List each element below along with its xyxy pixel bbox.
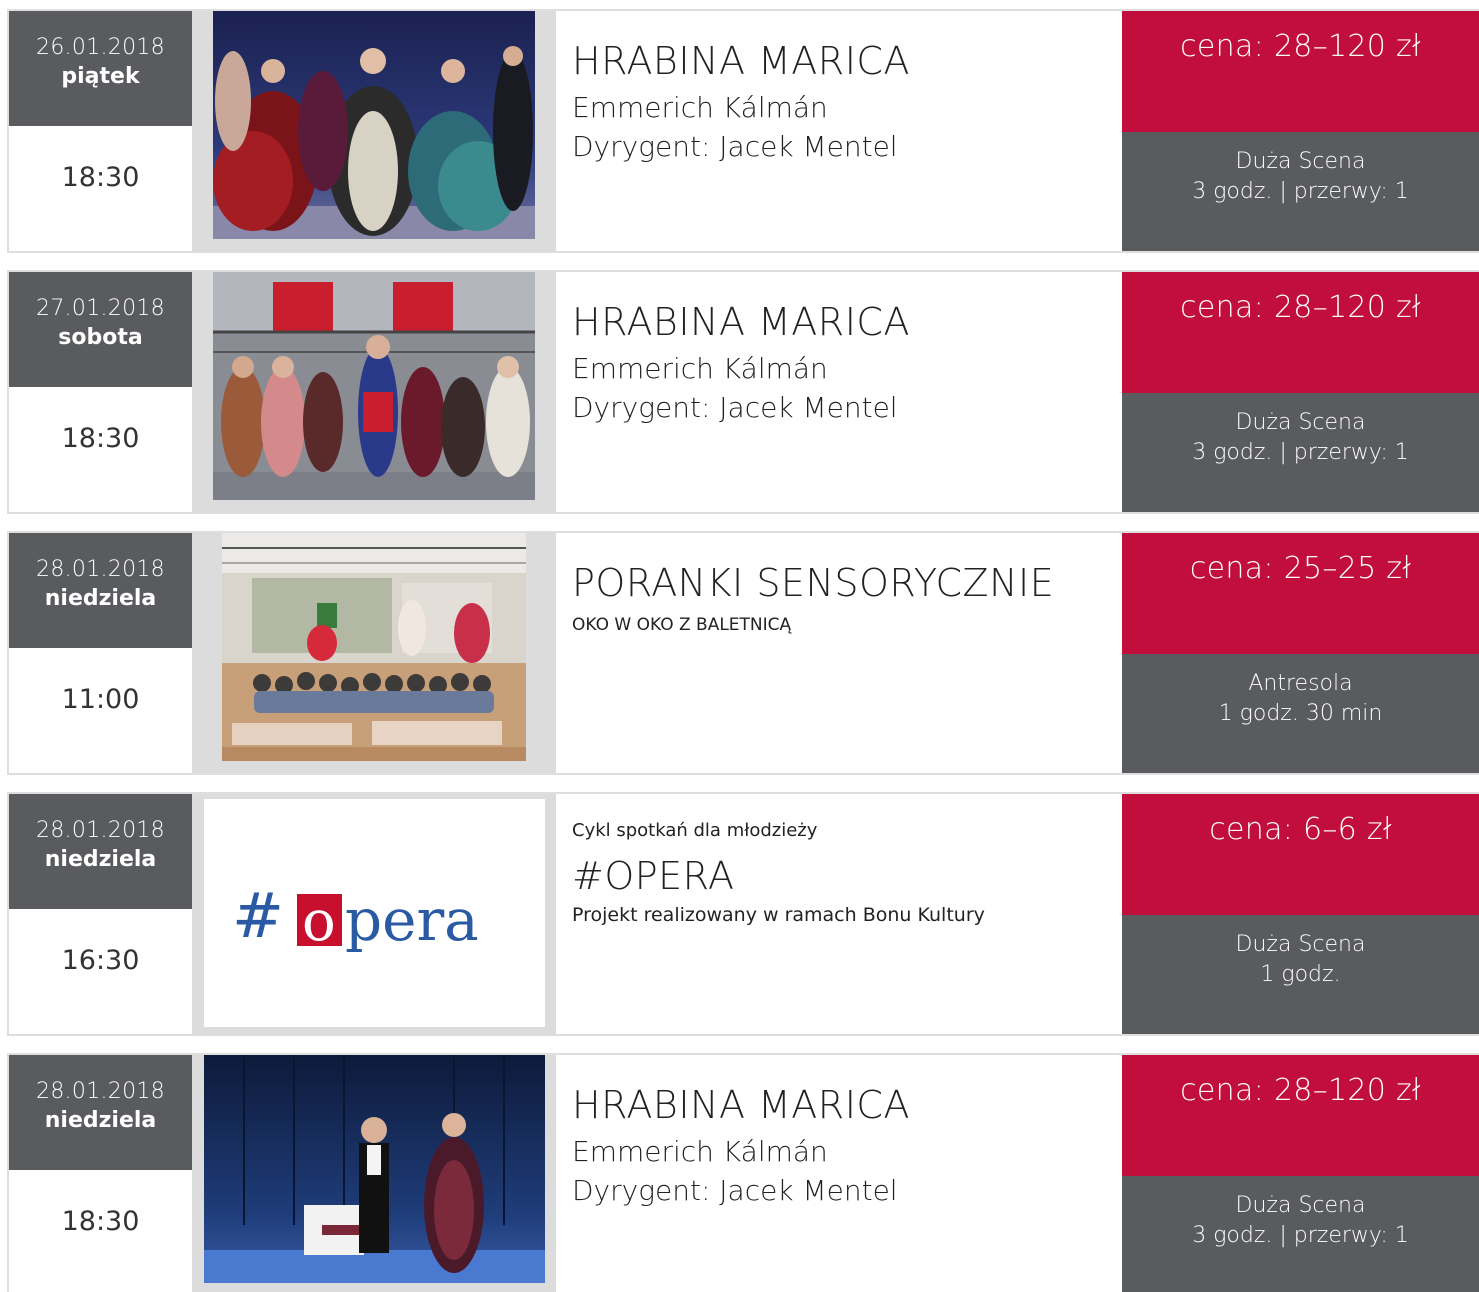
event-venue-box: Antresola 1 godz. 30 min xyxy=(1122,654,1479,773)
event-venue: Duża Scena xyxy=(1235,932,1366,957)
event-price[interactable]: cena: 6–6 zł xyxy=(1122,794,1479,915)
event-duration: 3 godz. | przerwy: 1 xyxy=(1192,179,1409,204)
event-venue: Duża Scena xyxy=(1235,149,1366,174)
event-photo[interactable] xyxy=(213,272,535,500)
event-date: 26.01.2018 xyxy=(36,35,165,60)
image-column xyxy=(192,1055,556,1292)
image-column: # o pera xyxy=(192,794,556,1034)
opera-logo[interactable]: # o pera xyxy=(204,799,545,1027)
event-title[interactable]: #OPERA xyxy=(572,854,735,898)
event-venue-box: Duża Scena 1 godz. xyxy=(1122,915,1479,1034)
date-box: 28.01.2018 niedziela xyxy=(9,1055,192,1170)
date-box: 28.01.2018 niedziela xyxy=(9,533,192,648)
event-row[interactable]: 28.01.2018 niedziela 11:00 PORANKI SENSO… xyxy=(7,531,1479,775)
event-time: 18:30 xyxy=(61,162,140,193)
event-title[interactable]: HRABINA MARICA xyxy=(572,300,910,344)
event-venue-box: Duża Scena 3 godz. | przerwy: 1 xyxy=(1122,1176,1479,1292)
event-row[interactable]: 26.01.2018 piątek 18:30 HRABINA MARICA E… xyxy=(7,9,1479,253)
event-composer: Emmerich Kálmán xyxy=(572,352,828,385)
event-date: 27.01.2018 xyxy=(36,296,165,321)
event-time: 18:30 xyxy=(61,1206,140,1237)
event-duration: 1 godz. 30 min xyxy=(1218,701,1383,726)
event-title[interactable]: HRABINA MARICA xyxy=(572,39,910,83)
event-venue: Antresola xyxy=(1248,671,1353,696)
date-column: 27.01.2018 sobota 18:30 xyxy=(9,272,192,512)
logo-rest: pera xyxy=(345,886,479,954)
date-box: 28.01.2018 niedziela xyxy=(9,794,192,909)
event-pretitle: Cykl spotkań dla młodzieży xyxy=(572,820,818,841)
event-weekday: niedziela xyxy=(44,586,157,611)
date-column: 28.01.2018 niedziela 11:00 xyxy=(9,533,192,773)
event-weekday: niedziela xyxy=(44,1108,157,1133)
event-date: 28.01.2018 xyxy=(36,1079,165,1104)
event-time: 18:30 xyxy=(61,423,140,454)
logo-o: o xyxy=(302,889,336,954)
event-venue-box: Duża Scena 3 godz. | przerwy: 1 xyxy=(1122,132,1479,251)
event-venue: Duża Scena xyxy=(1235,1193,1366,1218)
event-price[interactable]: cena: 28–120 zł xyxy=(1122,272,1479,393)
event-venue: Duża Scena xyxy=(1235,410,1366,435)
event-photo[interactable] xyxy=(222,533,526,761)
event-info: HRABINA MARICA Emmerich Kálmán Dyrygent:… xyxy=(572,1055,1112,1292)
event-composer: Emmerich Kálmán xyxy=(572,1135,828,1168)
image-column xyxy=(192,11,556,251)
event-weekday: niedziela xyxy=(44,847,157,872)
date-column: 28.01.2018 niedziela 16:30 xyxy=(9,794,192,1034)
event-time: 16:30 xyxy=(61,945,140,976)
event-info: Cykl spotkań dla młodzieży #OPERA Projek… xyxy=(572,794,1112,1034)
image-column xyxy=(192,272,556,512)
event-price[interactable]: cena: 28–120 zł xyxy=(1122,1055,1479,1176)
event-row[interactable]: 28.01.2018 niedziela 18:30 HRABINA MARIC… xyxy=(7,1053,1479,1292)
event-venue-box: Duża Scena 3 godz. | przerwy: 1 xyxy=(1122,393,1479,512)
event-conductor: Dyrygent: Jacek Mentel xyxy=(572,1174,898,1207)
event-title[interactable]: PORANKI SENSORYCZNIE xyxy=(572,561,1054,605)
event-duration: 1 godz. xyxy=(1260,962,1341,987)
image-column xyxy=(192,533,556,773)
event-conductor: Dyrygent: Jacek Mentel xyxy=(572,130,898,163)
event-duration: 3 godz. | przerwy: 1 xyxy=(1192,440,1409,465)
event-price[interactable]: cena: 25–25 zł xyxy=(1122,533,1479,654)
date-column: 28.01.2018 niedziela 18:30 xyxy=(9,1055,192,1292)
event-price[interactable]: cena: 28–120 zł xyxy=(1122,11,1479,132)
event-date: 28.01.2018 xyxy=(36,557,165,582)
event-title[interactable]: HRABINA MARICA xyxy=(572,1083,910,1127)
event-photo[interactable] xyxy=(213,11,535,239)
event-weekday: piątek xyxy=(61,64,140,89)
event-subtitle: OKO W OKO Z BALETNICĄ xyxy=(572,615,792,635)
date-box: 27.01.2018 sobota xyxy=(9,272,192,387)
event-subtitle: Projekt realizowany w ramach Bonu Kultur… xyxy=(572,904,985,926)
date-column: 26.01.2018 piątek 18:30 xyxy=(9,11,192,251)
event-conductor: Dyrygent: Jacek Mentel xyxy=(572,391,898,424)
event-info: HRABINA MARICA Emmerich Kálmán Dyrygent:… xyxy=(572,11,1112,251)
event-weekday: sobota xyxy=(58,325,143,350)
event-info: HRABINA MARICA Emmerich Kálmán Dyrygent:… xyxy=(572,272,1112,512)
event-duration: 3 godz. | przerwy: 1 xyxy=(1192,1223,1409,1248)
event-row[interactable]: 28.01.2018 niedziela 16:30 # o pera Cykl… xyxy=(7,792,1479,1036)
event-row[interactable]: 27.01.2018 sobota 18:30 HRABINA MARICA E… xyxy=(7,270,1479,514)
event-list: 26.01.2018 piątek 18:30 HRABINA MARICA E… xyxy=(0,0,1479,1292)
event-photo[interactable] xyxy=(204,1055,545,1283)
event-composer: Emmerich Kálmán xyxy=(572,91,828,124)
logo-hash: # xyxy=(232,879,284,952)
event-info: PORANKI SENSORYCZNIE OKO W OKO Z BALETNI… xyxy=(572,533,1112,773)
event-time: 11:00 xyxy=(61,684,140,715)
date-box: 26.01.2018 piątek xyxy=(9,11,192,126)
event-date: 28.01.2018 xyxy=(36,818,165,843)
